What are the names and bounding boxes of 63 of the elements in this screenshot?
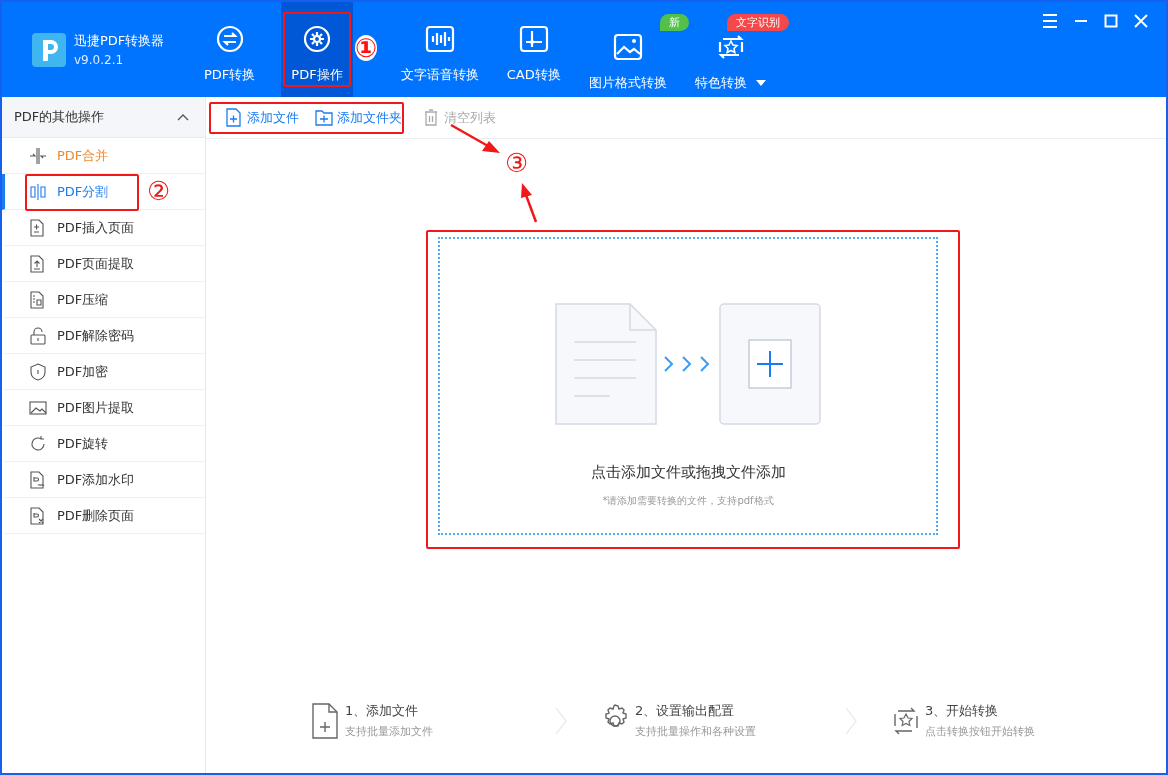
sidebar-header[interactable]: PDF的其他操作	[2, 97, 205, 138]
sidebar-item[interactable]: PDF图片提取	[2, 390, 205, 426]
app-name: 迅捷PDF转换器	[74, 32, 165, 50]
sidebar-item[interactable]: PDF压缩	[2, 282, 205, 318]
badge: 新	[659, 14, 689, 31]
sidebar-item[interactable]: PDF解除密码	[2, 318, 205, 354]
step-number: ②	[147, 178, 171, 204]
nav-tab[interactable]: CAD转换	[504, 2, 563, 97]
step-subtitle: 支持批量操作和各种设置	[635, 724, 756, 739]
step-title: 3、开始转换	[925, 702, 1000, 720]
toolbar-button[interactable]: 添加文件	[225, 108, 299, 127]
sound-wave-icon	[423, 23, 456, 54]
chevron-right-icon	[555, 706, 567, 735]
sidebar-item[interactable]: PDF插入页面	[2, 210, 205, 246]
chevron-up-icon	[177, 113, 189, 121]
page-upload-icon	[29, 254, 47, 273]
close-icon	[1134, 14, 1148, 28]
image-icon	[611, 32, 644, 62]
drafting-icon	[517, 23, 550, 54]
badge: 文字识别	[726, 14, 789, 31]
step-subtitle: 支持批量添加文件	[345, 724, 433, 739]
step-title: 2、设置输出配置	[635, 702, 736, 720]
nav-tab[interactable]: PDF操作	[281, 2, 353, 97]
nav-tab[interactable]: PDF转换	[202, 2, 258, 97]
step-subtitle: 点击转换按钮开始转换	[925, 724, 1035, 739]
sidebar-item[interactable]: PDF添加水印	[2, 462, 205, 498]
shield-icon	[29, 362, 47, 381]
drop-zone[interactable]: 点击添加文件或拖拽文件添加 *请添加需要转换的文件，支持pdf格式	[438, 237, 938, 535]
zip-document-icon	[29, 290, 47, 309]
merge-icon	[29, 146, 47, 165]
drop-zone-title: 点击添加文件或拖拽文件添加	[590, 463, 786, 482]
nav-tab[interactable]: 图片格式转换	[586, 30, 669, 97]
maximize-icon	[1104, 14, 1118, 28]
nav-tab[interactable]: 特色转换	[692, 30, 769, 97]
step-number: ①	[354, 35, 377, 61]
app-version: v9.0.2.1	[74, 53, 125, 67]
annotation-arrow	[521, 183, 538, 223]
file-plus-icon	[311, 702, 341, 739]
step-title: 1、添加文件	[345, 702, 420, 720]
app-logo-icon	[32, 32, 66, 67]
sidebar-item[interactable]: PDF分割 ②	[2, 174, 205, 210]
rotate-icon	[29, 434, 47, 453]
trash-icon	[422, 108, 440, 127]
drop-zone-hint: *请添加需要转换的文件，支持pdf格式	[602, 494, 774, 508]
toolbar-button[interactable]: 添加文件夹	[315, 108, 402, 127]
sidebar-item[interactable]: PDF加密	[2, 354, 205, 390]
sidebar-item[interactable]: PDF旋转	[2, 426, 205, 462]
chevron-right-icon	[845, 706, 857, 735]
folder-plus-icon	[315, 108, 333, 127]
watermark-document-icon	[29, 470, 47, 489]
picture-icon	[29, 398, 47, 417]
page-plus-icon	[29, 218, 47, 237]
step-number: ③	[505, 150, 529, 176]
split-icon	[29, 182, 47, 201]
gear-icon	[301, 23, 333, 54]
padlock-icon	[29, 326, 47, 345]
menu-icon	[1042, 14, 1058, 28]
page-delete-icon	[29, 506, 47, 525]
annotation-arrow	[450, 123, 500, 153]
file-plus-icon	[225, 108, 243, 127]
sidebar-item[interactable]: PDF页面提取	[2, 246, 205, 282]
nav-tab[interactable]: 文字语音转换	[398, 2, 481, 97]
sidebar-item[interactable]: PDF删除页面	[2, 498, 205, 534]
